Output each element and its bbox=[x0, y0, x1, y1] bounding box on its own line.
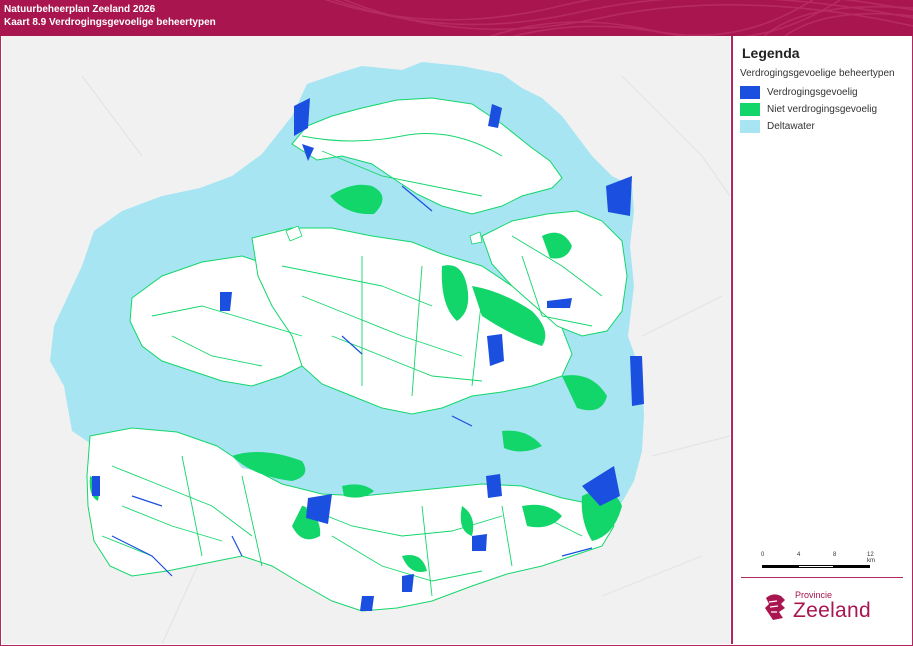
map-title: Kaart 8.9 Verdrogingsgevoelige beheertyp… bbox=[4, 17, 216, 28]
scale-tick: 0 bbox=[761, 552, 765, 558]
provincie-zeeland-logo: Provincie Zeeland bbox=[763, 589, 903, 629]
map-canvas[interactable] bbox=[2, 36, 730, 644]
logo-name: Zeeland bbox=[793, 599, 871, 622]
scale-tick: 12 km bbox=[867, 552, 875, 564]
swatch-niet-verdrogingsgevoelig bbox=[740, 103, 760, 116]
title-banner: Natuurbeheerplan Zeeland 2026 Kaart 8.9 … bbox=[0, 0, 913, 36]
scale-tick: 4 bbox=[797, 552, 801, 558]
legend-label: Deltawater bbox=[767, 121, 815, 132]
scale-segment bbox=[798, 565, 834, 568]
scale-segment bbox=[834, 565, 870, 568]
scale-segment bbox=[762, 565, 798, 568]
map-series-title: Natuurbeheerplan Zeeland 2026 bbox=[4, 4, 156, 15]
legend-panel: Legenda Verdrogingsgevoelige beheertypen… bbox=[733, 36, 911, 644]
lion-emblem-icon bbox=[765, 594, 785, 620]
map-svg bbox=[50, 62, 730, 644]
legend-title: Legenda bbox=[742, 45, 800, 61]
map-page: Natuurbeheerplan Zeeland 2026 Kaart 8.9 … bbox=[0, 0, 913, 646]
swatch-deltawater bbox=[740, 120, 760, 133]
swatch-verdrogingsgevoelig bbox=[740, 86, 760, 99]
logo-divider bbox=[741, 577, 903, 578]
legend-label: Verdrogingsgevoelig bbox=[767, 87, 858, 98]
legend-subtitle: Verdrogingsgevoelige beheertypen bbox=[740, 68, 895, 79]
legend-label: Niet verdrogingsgevoelig bbox=[767, 104, 878, 115]
scale-tick: 8 bbox=[833, 552, 837, 558]
